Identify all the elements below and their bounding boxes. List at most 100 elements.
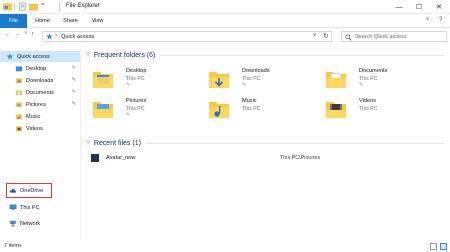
pictures-folder-icon xyxy=(15,102,23,108)
documents-folder-icon xyxy=(15,90,23,96)
explorer-folder-icon xyxy=(3,3,12,11)
pictures-folder-icon xyxy=(93,102,113,118)
window-title: File Explorer xyxy=(66,3,100,9)
folder-location: This PC xyxy=(359,75,378,82)
sidebar-item-label: Downloads xyxy=(26,77,54,84)
sidebar-item-label: Pictures xyxy=(26,101,46,108)
sidebar-item-desktop[interactable]: Desktop ✎ xyxy=(0,63,80,74)
back-button[interactable]: ← xyxy=(4,31,11,38)
section-divider xyxy=(145,142,444,144)
folder-location: This PC xyxy=(126,75,145,82)
collapse-chevron-icon[interactable]: ▽ xyxy=(86,140,90,146)
customize-quick-access-icon[interactable]: = xyxy=(41,2,50,11)
folder-tile-pictures[interactable]: Pictures This PC ✎ xyxy=(92,97,202,127)
ribbon-tabs: File Home Share View ˅ ? xyxy=(0,14,450,28)
computer-icon xyxy=(9,204,17,211)
sidebar-item-label: OneDrive xyxy=(20,187,44,194)
documents-folder-icon xyxy=(326,72,346,88)
pin-icon: ✎ xyxy=(126,112,131,118)
videos-folder-icon xyxy=(326,102,346,118)
desktop-folder-icon xyxy=(93,72,113,88)
folder-tile-music[interactable]: Music This PC xyxy=(208,97,318,127)
sidebar-item-pictures[interactable]: Pictures ✎ xyxy=(0,99,80,110)
sidebar-item-label: Network xyxy=(20,220,41,227)
sidebar-item-music[interactable]: Music xyxy=(0,111,80,122)
folder-tile-documents[interactable]: Documents This PC ✎ xyxy=(325,67,435,97)
close-button[interactable]: ✕ xyxy=(430,0,448,14)
folder-location: This PC xyxy=(359,105,378,112)
navigation-pane: Quick access Desktop ✎ Downloads ✎ Docum… xyxy=(0,47,81,240)
folder-location: This PC xyxy=(242,75,261,82)
sidebar-item-documents[interactable]: Documents ✎ xyxy=(0,87,80,98)
network-icon xyxy=(10,220,16,227)
search-input[interactable]: Search Quick access xyxy=(355,34,407,40)
sidebar-item-label: Quick access xyxy=(17,53,50,60)
frequent-folders-header[interactable]: ▽ Frequent folders (6) xyxy=(82,50,448,60)
recent-file-row[interactable]: Avatar_new This PC\Pictures xyxy=(82,154,448,164)
pin-icon: ✎ xyxy=(71,65,76,71)
pin-icon: ✎ xyxy=(242,82,247,88)
pin-icon: ✎ xyxy=(71,77,76,83)
address-bar[interactable]: › Quick access ˅ ↻ xyxy=(42,31,332,42)
onedrive-cloud-icon xyxy=(9,189,17,193)
search-icon xyxy=(345,33,352,41)
details-view-button[interactable] xyxy=(430,243,437,250)
recent-file-name: Avatar_new xyxy=(106,155,136,161)
minimize-button[interactable]: — xyxy=(390,0,408,14)
title-separator xyxy=(59,2,60,11)
path-separator: › xyxy=(55,33,57,39)
folder-tile-downloads[interactable]: Downloads This PC ✎ xyxy=(208,67,318,97)
pin-icon: ✎ xyxy=(71,89,76,95)
expand-ribbon-button[interactable]: ˅ xyxy=(426,17,430,23)
content-pane: ▽ Frequent folders (6) Desktop This PC ✎… xyxy=(82,47,450,240)
sidebar-item-videos[interactable]: Videos xyxy=(0,123,80,134)
star-icon xyxy=(6,53,14,60)
up-button[interactable]: ↑ xyxy=(31,31,35,38)
frequent-folders-title: Frequent folders (6) xyxy=(93,51,156,59)
tab-file[interactable]: File xyxy=(0,14,27,28)
pin-icon: ✎ xyxy=(126,82,131,88)
tab-view[interactable]: View xyxy=(85,14,110,28)
folder-name: Videos xyxy=(359,98,377,104)
section-divider xyxy=(160,54,444,56)
forward-button[interactable]: → xyxy=(14,31,21,38)
folder-location: This PC xyxy=(126,105,145,112)
tab-home[interactable]: Home xyxy=(29,14,56,28)
folder-tile-desktop[interactable]: Desktop This PC ✎ xyxy=(92,67,202,97)
folder-name: Pictures xyxy=(126,98,147,104)
sidebar-item-downloads[interactable]: Downloads ✎ xyxy=(0,75,80,86)
tab-share[interactable]: Share xyxy=(57,14,84,28)
downloads-folder-icon xyxy=(209,72,229,88)
item-count: 7 items xyxy=(4,243,22,249)
folder-location: This PC xyxy=(242,105,261,112)
sidebar-item-onedrive[interactable]: OneDrive xyxy=(0,185,44,196)
sidebar-item-label: Documents xyxy=(26,89,54,96)
desktop-folder-icon xyxy=(15,66,23,72)
refresh-button[interactable]: ↻ xyxy=(323,32,329,40)
properties-icon[interactable] xyxy=(18,2,27,11)
recent-files-header[interactable]: ▽ Recent files (1) xyxy=(82,138,448,148)
downloads-folder-icon xyxy=(15,78,23,84)
sidebar-item-quick-access[interactable]: Quick access xyxy=(0,51,80,62)
videos-folder-icon xyxy=(15,126,23,132)
sidebar-item-label: Desktop xyxy=(26,65,47,72)
sidebar-item-network[interactable]: Network xyxy=(0,218,80,229)
recent-file-path: This PC\Pictures xyxy=(280,155,321,161)
address-row: ← → ˅ ↑ › Quick access ˅ ↻ Search Quick … xyxy=(0,28,450,45)
title-separator xyxy=(14,2,15,11)
large-icons-view-button[interactable] xyxy=(440,243,447,250)
new-folder-icon[interactable] xyxy=(29,2,38,11)
address-location[interactable]: Quick access xyxy=(61,34,94,40)
recent-locations-button[interactable]: ˅ xyxy=(24,31,28,37)
address-dropdown-button[interactable]: ˅ xyxy=(313,33,317,39)
sidebar-item-this-pc[interactable]: This PC xyxy=(0,202,80,213)
pin-icon: ✎ xyxy=(359,82,364,88)
maximize-button[interactable]: ☐ xyxy=(410,0,428,14)
search-box[interactable]: Search Quick access xyxy=(341,31,447,42)
folder-tile-videos[interactable]: Videos This PC xyxy=(325,97,435,127)
collapse-chevron-icon[interactable]: ▽ xyxy=(86,52,90,58)
folder-name: Music xyxy=(242,98,257,104)
music-folder-icon xyxy=(209,102,229,118)
help-icon[interactable]: ? xyxy=(439,17,442,23)
folder-name: Downloads xyxy=(242,68,270,74)
